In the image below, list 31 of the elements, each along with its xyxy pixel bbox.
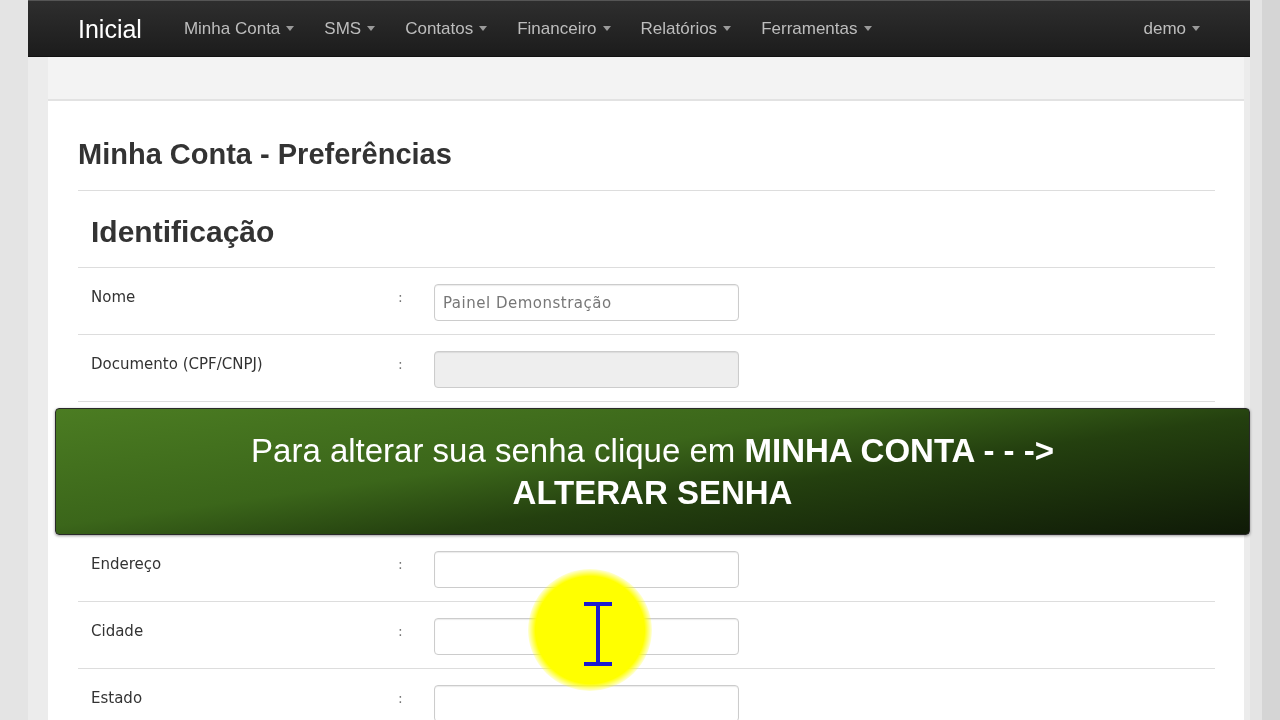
nav-menu[interactable]: SMS xyxy=(309,10,391,47)
caret-icon xyxy=(479,26,488,31)
caret-icon xyxy=(1192,26,1200,31)
caret-icon xyxy=(286,26,295,31)
field-separator: : xyxy=(398,288,404,307)
field-separator: : xyxy=(398,355,404,374)
section-title: Identificação xyxy=(78,191,1215,268)
page-title: Minha Conta - Preferências xyxy=(78,101,1215,191)
nav-menu[interactable]: Relatórios xyxy=(625,10,747,47)
caret-icon xyxy=(602,26,611,31)
caret-icon xyxy=(367,26,376,31)
text-input-field[interactable] xyxy=(434,685,739,720)
field-separator: : xyxy=(398,689,404,708)
field-label: Endereço xyxy=(91,554,163,574)
field-label: Estado xyxy=(91,688,144,708)
field-separator: : xyxy=(398,622,404,641)
nav-menu[interactable]: Contatos xyxy=(390,10,503,47)
field-label: Cidade xyxy=(91,621,145,641)
nav-menu[interactable]: Financeiro xyxy=(502,10,626,47)
nav-menu[interactable]: Ferramentas xyxy=(746,10,887,47)
text-input-field[interactable]: Painel Demonstração xyxy=(434,284,739,321)
caret-icon xyxy=(863,26,872,31)
brand-link[interactable]: Inicial xyxy=(78,13,142,44)
field-label: Documento (CPF/CNPJ) xyxy=(91,354,264,374)
text-cursor-icon xyxy=(528,569,652,691)
field-label: Nome xyxy=(91,287,137,307)
field-separator: : xyxy=(398,555,404,574)
nav-menu[interactable]: Minha Conta xyxy=(168,10,310,47)
user-menu[interactable]: demo xyxy=(1128,10,1215,47)
caret-icon xyxy=(723,26,732,31)
instruction-text: Para alterar sua senha clique em MINHA CONTA - - -> ALTERAR SENHA xyxy=(250,430,1055,513)
